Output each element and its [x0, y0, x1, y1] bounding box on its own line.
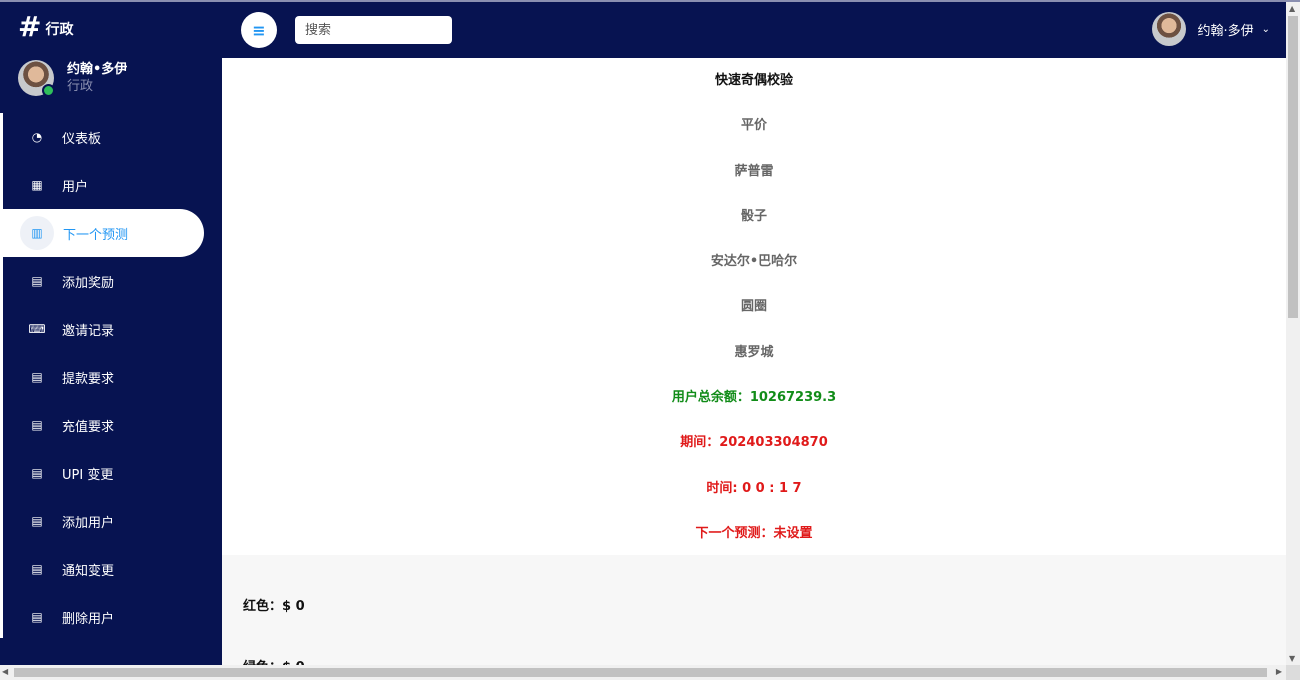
sidebar-item-label: 邀请记录 — [62, 323, 115, 339]
topbar: ≡ 约翰·多伊 ⌄ — [222, 2, 1286, 58]
sidebar-item-label: 通知变更 — [62, 563, 115, 579]
profile-role: 行政 — [67, 79, 94, 94]
brand[interactable]: # 行政 — [18, 12, 73, 42]
sidebar-item-label: 用户 — [62, 179, 89, 195]
table-icon: ▤ — [31, 274, 43, 288]
sidebar-item-dashboard[interactable]: ◔ 仪表板 — [3, 113, 222, 161]
game-option[interactable]: 安达尔•巴哈尔 — [222, 239, 1286, 284]
scroll-up-icon[interactable]: ▲ — [1289, 4, 1295, 13]
search-input[interactable] — [295, 16, 452, 44]
horizontal-scrollbar[interactable]: ◀ ▶ — [0, 665, 1286, 680]
sidebar-item-delete-user[interactable]: ▤ 删除用户 — [3, 593, 222, 641]
sidebar-item-label: 删除用户 — [62, 611, 115, 627]
menu-toggle-button[interactable]: ≡ — [241, 12, 277, 48]
vertical-scrollbar[interactable]: ▲ ▼ — [1286, 2, 1300, 665]
sidebar-item-users[interactable]: ▦ 用户 — [3, 161, 222, 209]
sidebar-item-label: 添加奖励 — [62, 275, 115, 291]
sidebar-item-recharge-requests[interactable]: ▤ 充值要求 — [3, 401, 222, 449]
scroll-left-icon[interactable]: ◀ — [2, 667, 8, 676]
scroll-down-icon[interactable]: ▼ — [1289, 654, 1295, 663]
game-option[interactable]: 骰子 — [222, 194, 1286, 239]
table-icon: ▤ — [31, 466, 43, 480]
user-menu[interactable]: 约翰·多伊 ⌄ — [1152, 12, 1270, 46]
hash-logo-icon: # — [18, 10, 42, 43]
sidebar-item-invite-records[interactable]: ⌨ 邀请记录 — [3, 305, 222, 353]
green-amount: 绿色：$ 0 — [243, 656, 305, 665]
horizontal-scroll-thumb[interactable] — [14, 668, 1267, 677]
scroll-right-icon[interactable]: ▶ — [1276, 667, 1282, 676]
prediction-panel: 快速奇偶校验 平价 萨普雷 骰子 安达尔•巴哈尔 圆圈 惠罗城 用户总余额：10… — [222, 58, 1286, 556]
sidebar-item-next-prediction[interactable]: ▥ 下一个预测 — [3, 209, 204, 257]
game-option[interactable]: 圆圈 — [222, 284, 1286, 329]
table-icon: ▤ — [31, 370, 43, 384]
scrollbar-corner — [1286, 665, 1300, 680]
hamburger-icon: ≡ — [252, 20, 266, 40]
sidebar-item-add-user[interactable]: ▤ 添加用户 — [3, 497, 222, 545]
period-label: 期间：202403304870 — [680, 435, 828, 451]
sidebar-item-label: 提款要求 — [62, 371, 115, 387]
sidebar-item-label: 下一个预测 — [63, 227, 129, 243]
timer-label: 时间: 0 0 : 1 7 — [706, 480, 802, 496]
online-status-dot — [42, 84, 55, 97]
bet-summary: 红色：$ 0 绿色：$ 0 — [222, 555, 1286, 665]
sidebar-item-withdraw-requests[interactable]: ▤ 提款要求 — [3, 353, 222, 401]
sidebar-item-label: 添加用户 — [62, 515, 115, 531]
chevron-down-icon: ⌄ — [1261, 23, 1270, 35]
red-amount: 红色：$ 0 — [243, 599, 305, 614]
sidebar-profile: 约翰•多伊 行政 — [18, 60, 128, 97]
brand-title: 行政 — [45, 22, 74, 38]
table-icon: ▤ — [31, 562, 43, 576]
sidebar-item-upi-change[interactable]: ▤ UPI 变更 — [3, 449, 222, 497]
avatar — [1152, 12, 1187, 46]
sidebar-item-label: UPI 变更 — [62, 467, 114, 483]
main-content: 快速奇偶校验 平价 萨普雷 骰子 安达尔•巴哈尔 圆圈 惠罗城 用户总余额：10… — [222, 58, 1286, 665]
game-option[interactable]: 萨普雷 — [222, 149, 1286, 194]
sidebar-nav: ◔ 仪表板 ▦ 用户 ▥ 下一个预测 ▤ 添加奖励 ⌨ 邀请记录 ▤ 提款要求 … — [3, 113, 222, 641]
table-icon: ▤ — [31, 514, 43, 528]
profile-name: 约翰•多伊 — [67, 62, 128, 77]
sidebar-item-notification-change[interactable]: ▤ 通知变更 — [3, 545, 222, 593]
user-name: 约翰·多伊 — [1197, 23, 1254, 39]
next-prediction-label: 下一个预测：未设置 — [695, 525, 813, 541]
avatar — [18, 60, 55, 97]
grid-icon: ▦ — [31, 178, 43, 192]
bar-chart-icon: ▥ — [20, 216, 54, 250]
sidebar-item-add-reward[interactable]: ▤ 添加奖励 — [3, 257, 222, 305]
sidebar-item-label: 充值要求 — [62, 419, 115, 435]
total-balance: 用户总余额：10267239.3 — [671, 390, 837, 406]
table-icon: ▤ — [31, 610, 43, 624]
game-option[interactable]: 平价 — [222, 103, 1286, 148]
keyboard-icon: ⌨ — [28, 322, 46, 336]
game-title: 快速奇偶校验 — [714, 73, 793, 88]
game-option[interactable]: 惠罗城 — [222, 330, 1286, 375]
table-icon: ▤ — [31, 418, 43, 432]
dashboard-icon: ◔ — [31, 130, 43, 144]
vertical-scroll-thumb[interactable] — [1288, 16, 1298, 318]
sidebar-item-label: 仪表板 — [62, 131, 102, 147]
